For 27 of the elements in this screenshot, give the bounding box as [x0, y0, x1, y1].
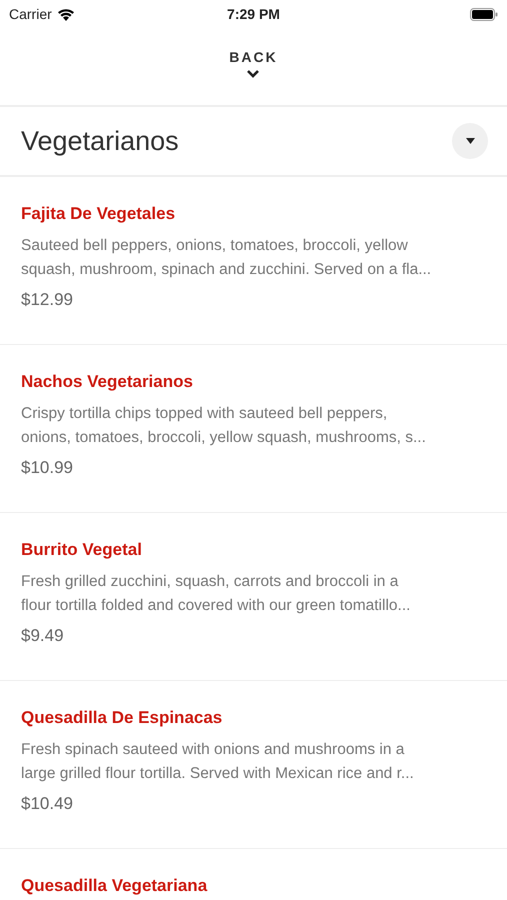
category-title: Vegetarianos — [21, 126, 179, 156]
dish-price: $12.99 — [21, 290, 73, 310]
dish-price: $9.49 — [21, 626, 64, 646]
back-button[interactable]: BACK — [229, 49, 278, 78]
dish-price: $10.49 — [21, 794, 73, 814]
battery-icon — [470, 8, 498, 20]
chevron-down-icon — [246, 69, 260, 78]
dish-description: Fresh spinach sauteed with onions and mushrooms in a large grilled flour tortilla. Served with Mexican rice and r... — [21, 740, 414, 784]
dish-description: Fresh grilled zucchini, squash, carrots and broccoli in a flour tortilla folded and covered with our green tomatillo... — [21, 572, 410, 616]
menu-item[interactable]: Quesadilla Vegetariana — [0, 849, 507, 900]
menu-item[interactable]: Nachos Vegetarianos Crispy tortilla chips topped with sauteed bell peppers, onions, tomatoes, broccoli, yellow squash, mushrooms, s... $10.99 — [0, 345, 507, 513]
dish-description: Crispy tortilla chips topped with sauteed bell peppers, onions, tomatoes, broccoli, yellow squash, mushrooms, s... — [21, 404, 426, 448]
menu-item[interactable]: Burrito Vegetal Fresh grilled zucchini, squash, carrots and broccoli in a flour tortilla folded and covered with our green tomatillo... $9.49 — [0, 513, 507, 681]
dish-description: Sauteed bell peppers, onions, tomatoes, broccoli, yellow squash, mushroom, spinach and zucchini. Served on a fla... — [21, 236, 432, 280]
dish-name: Quesadilla Vegetariana — [21, 876, 208, 896]
collapse-toggle-button[interactable] — [452, 123, 488, 159]
menu-item[interactable]: Quesadilla De Espinacas Fresh spinach sauteed with onions and mushrooms in a large grilled flour tortilla. Served with Mexican rice and r... $10.49 — [0, 681, 507, 849]
dish-name: Burrito Vegetal — [21, 540, 142, 560]
wifi-icon — [56, 8, 75, 20]
dish-price: $10.99 — [21, 458, 73, 478]
dish-name: Fajita De Vegetales — [21, 204, 176, 224]
menu-item[interactable]: Fajita De Vegetales Sauteed bell peppers, onions, tomatoes, broccoli, yellow squash, mushroom, spinach and zucchini. Served on a fla... $12.99 — [0, 177, 507, 345]
dish-name: Quesadilla De Espinacas — [21, 708, 222, 728]
carrier-label: Carrier — [9, 6, 52, 22]
dish-name: Nachos Vegetarianos — [21, 372, 193, 392]
caret-icon — [466, 138, 474, 144]
clock-time: 7:29 PM — [227, 6, 280, 22]
